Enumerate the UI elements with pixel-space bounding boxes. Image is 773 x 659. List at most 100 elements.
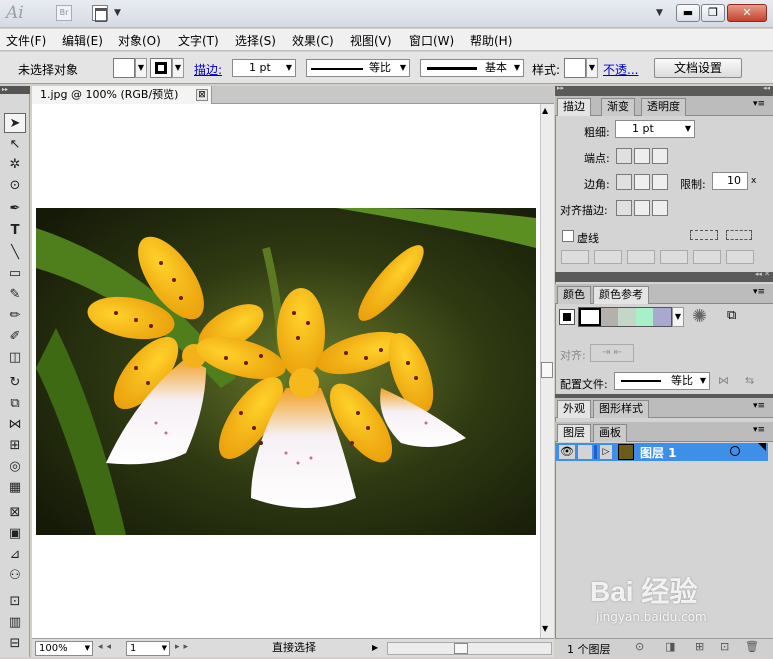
pencil-tool-icon[interactable]: ✏ — [4, 306, 26, 326]
panel-dock-header[interactable]: ▸▸ ◂◂ — [555, 84, 773, 96]
eraser-tool-icon[interactable]: ◫ — [4, 348, 26, 368]
tab-appearance[interactable]: 外观 — [557, 400, 591, 418]
limit-field[interactable]: 10 — [712, 172, 748, 190]
hscroll-thumb[interactable] — [454, 643, 468, 654]
width-tool-icon[interactable]: ⋈ — [4, 415, 26, 435]
gap-field-2[interactable] — [660, 250, 688, 264]
round-cap-icon[interactable] — [634, 148, 650, 164]
menu-object[interactable]: 对象(O) — [118, 32, 161, 49]
dash-field-3[interactable] — [693, 250, 721, 264]
align-buttons[interactable]: ⇥ ⇤ — [590, 344, 634, 362]
align-center-icon[interactable] — [616, 200, 632, 216]
menu-select[interactable]: 选择(S) — [235, 32, 276, 49]
reverse-profile-icon[interactable]: ⇆ — [745, 374, 754, 387]
bevel-join-icon[interactable] — [652, 174, 668, 190]
selection-tool-icon[interactable]: ➤ — [4, 113, 26, 133]
line-tool-icon[interactable]: ╲ — [4, 243, 26, 263]
stroke-dropdown-icon[interactable]: ▼ — [172, 58, 184, 78]
dash-field-1[interactable] — [561, 250, 589, 264]
restore-button[interactable]: ❐ — [701, 4, 725, 22]
zoom-field[interactable]: 100% ▼ — [35, 641, 93, 656]
workspace-dropdown-icon[interactable]: ▼ — [656, 8, 663, 18]
tab-close-icon[interactable]: ⊠ — [196, 89, 208, 101]
scale-tool-icon[interactable]: ⧉ — [4, 394, 26, 414]
menu-view[interactable]: 视图(V) — [350, 32, 392, 49]
blob-brush-tool-icon[interactable]: ✐ — [4, 327, 26, 347]
shape-builder-tool-icon[interactable]: ◎ — [4, 457, 26, 477]
artboard-number-field[interactable]: 1 ▼ — [126, 641, 170, 656]
save-color-group-icon[interactable]: ⧉ — [727, 308, 736, 323]
align-outside-icon[interactable] — [652, 200, 668, 216]
harmony-swatches[interactable] — [578, 307, 672, 327]
minimize-button[interactable]: ▬ — [676, 4, 700, 22]
type-tool-icon[interactable]: T — [4, 221, 26, 241]
dashed-checkbox[interactable] — [562, 230, 574, 242]
tab-transparency[interactable]: 透明度 — [641, 98, 686, 116]
pen-tool-icon[interactable]: ✒ — [4, 199, 26, 219]
new-sublayer-icon[interactable]: ⊞ — [695, 640, 704, 653]
artboard-next-icon[interactable]: ▸▸ — [175, 642, 192, 652]
locate-object-icon[interactable]: ⊙ — [635, 640, 644, 653]
menu-help[interactable]: 帮助(H) — [470, 32, 512, 49]
weight-combo[interactable]: 1 pt ▼ — [615, 120, 695, 138]
menu-file[interactable]: 文件(F) — [6, 32, 46, 49]
menu-type[interactable]: 文字(T) — [178, 32, 219, 49]
dash-preview-icon[interactable] — [690, 230, 718, 240]
document-setup-button[interactable]: 文档设置 — [654, 58, 742, 78]
style-dropdown-icon[interactable]: ▼ — [586, 58, 598, 78]
base-color-icon[interactable] — [559, 309, 575, 325]
make-clip-mask-icon[interactable]: ◨ — [665, 640, 675, 653]
canvas-horizontal-scrollbar[interactable] — [387, 642, 552, 655]
color-panel-menu-icon[interactable]: ▾≡ — [753, 287, 765, 297]
mesh-tool-icon[interactable]: ⊠ — [4, 503, 26, 523]
visibility-eye-icon[interactable]: 👁 — [559, 445, 575, 459]
toolbox-collapse-icon[interactable]: ▸▸ — [0, 86, 30, 94]
menu-edit[interactable]: 编辑(E) — [62, 32, 103, 49]
menu-effect[interactable]: 效果(C) — [292, 32, 334, 49]
column-graph-tool-icon[interactable]: ▥ — [4, 613, 26, 633]
stroke-weight-combo[interactable]: 1 pt ▼ — [232, 59, 296, 77]
fill-dropdown-icon[interactable]: ▼ — [135, 58, 147, 78]
gap-field-1[interactable] — [594, 250, 622, 264]
magic-wand-tool-icon[interactable]: ✲ — [4, 155, 26, 175]
align-inside-icon[interactable] — [634, 200, 650, 216]
artboard-tool-icon[interactable]: ⊟ — [4, 634, 26, 654]
rectangle-tool-icon[interactable]: ▭ — [4, 264, 26, 284]
appearance-menu-icon[interactable]: ▾≡ — [753, 401, 765, 411]
paintbrush-tool-icon[interactable]: ✎ — [4, 285, 26, 305]
round-join-icon[interactable] — [634, 174, 650, 190]
projecting-cap-icon[interactable] — [652, 148, 668, 164]
stroke-swatch[interactable] — [150, 58, 172, 78]
perspective-grid-tool-icon[interactable]: ▦ — [4, 478, 26, 498]
bridge-button[interactable]: Br — [56, 5, 72, 21]
tab-layers[interactable]: 图层 — [557, 424, 591, 442]
layer-row[interactable]: 👁 ▷ 图层 1 — [556, 443, 768, 461]
eyedropper-tool-icon[interactable]: ⊿ — [4, 545, 26, 565]
style-swatch[interactable] — [564, 58, 586, 78]
layer-expand-icon[interactable]: ▷ — [600, 445, 612, 459]
lock-toggle[interactable] — [578, 445, 592, 459]
layers-menu-icon[interactable]: ▾≡ — [753, 425, 765, 435]
layout-dropdown-icon[interactable]: ▼ — [114, 8, 121, 18]
tab-gradient[interactable]: 渐变 — [601, 98, 635, 116]
tab-color-guide[interactable]: 颜色参考 — [593, 286, 649, 304]
color-dock-header[interactable]: ◂◂ ✕ — [555, 270, 773, 282]
status-menu-icon[interactable]: ▶ — [372, 643, 378, 652]
symbol-sprayer-tool-icon[interactable]: ⊡ — [4, 592, 26, 612]
tab-color[interactable]: 颜色 — [557, 286, 591, 304]
miter-join-icon[interactable] — [616, 174, 632, 190]
delete-layer-icon[interactable]: 🗑 — [745, 640, 759, 653]
color-wheel-icon[interactable]: ✺ — [692, 306, 707, 327]
butt-cap-icon[interactable] — [616, 148, 632, 164]
dash-align-icon[interactable] — [726, 230, 752, 240]
lasso-tool-icon[interactable]: ⊙ — [4, 176, 26, 196]
fill-swatch[interactable] — [113, 58, 135, 78]
gradient-tool-icon[interactable]: ▣ — [4, 524, 26, 544]
panel-menu-icon[interactable]: ▾≡ — [753, 99, 765, 109]
scroll-up-icon[interactable]: ▲ — [542, 106, 548, 115]
stroke-profile-combo[interactable]: 等比 ▼ — [306, 59, 410, 77]
canvas-vertical-scrollbar[interactable]: ▲ ▼ — [540, 104, 554, 638]
opacity-link[interactable]: 不透... — [603, 61, 638, 78]
close-button[interactable]: ✕ — [727, 4, 767, 22]
menu-window[interactable]: 窗口(W) — [409, 32, 454, 49]
